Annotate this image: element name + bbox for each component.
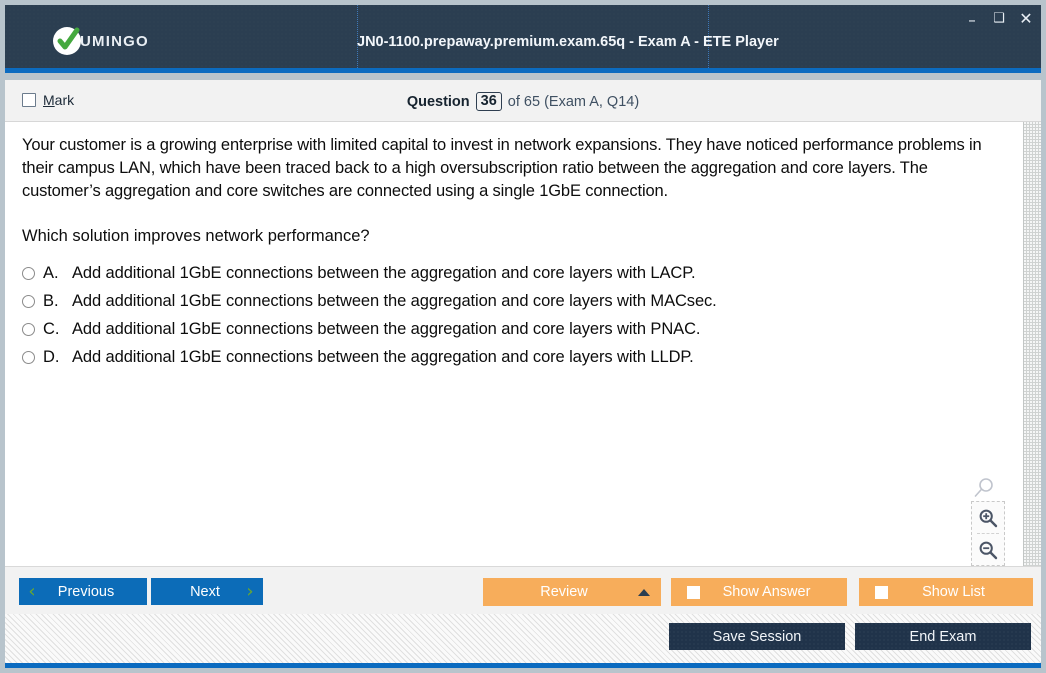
show-list-checkbox[interactable]: [875, 585, 888, 599]
option-text-b: Add additional 1GbE connections between …: [72, 292, 717, 310]
zoom-in-icon[interactable]: [972, 502, 1004, 533]
ete-player-window: UMINGO JN0-1100.prepaway.premium.exam.65…: [0, 0, 1046, 673]
magnifier-icon: [973, 477, 995, 504]
zoom-controls-panel: [971, 501, 1005, 566]
option-text-d: Add additional 1GbE connections between …: [72, 348, 694, 366]
question-total-text: of 65 (Exam A, Q14): [507, 93, 640, 110]
radio-button-b[interactable]: [22, 295, 35, 308]
maximize-icon[interactable]: ❑: [992, 12, 1006, 25]
answer-option-b[interactable]: B. Add additional 1GbE connections betwe…: [22, 290, 1001, 312]
title-bar: UMINGO JN0-1100.prepaway.premium.exam.65…: [5, 5, 1041, 73]
window-title: JN0-1100.prepaway.premium.exam.65q - Exa…: [357, 34, 779, 50]
question-stem: Your customer is a growing enterprise wi…: [22, 136, 982, 200]
chevron-right-icon: ›: [246, 580, 254, 602]
window-controls: – ❑ ✕: [965, 9, 1033, 28]
option-letter-d: D.: [43, 348, 60, 366]
question-number-field[interactable]: 36: [475, 92, 502, 111]
option-letter-c: C.: [43, 320, 60, 338]
chevron-left-icon: ‹: [28, 580, 36, 602]
save-session-button[interactable]: Save Session: [669, 623, 845, 650]
end-exam-button[interactable]: End Exam: [855, 623, 1031, 650]
option-text-a: Add additional 1GbE connections between …: [72, 264, 696, 282]
zoom-out-icon[interactable]: [972, 534, 1004, 565]
minimize-icon[interactable]: –: [965, 9, 979, 28]
next-button[interactable]: Next ›: [151, 578, 263, 605]
footer-bar: Save Session End Exam: [5, 614, 1041, 668]
answer-options-list: A. Add additional 1GbE connections betwe…: [22, 262, 1001, 368]
answer-option-d[interactable]: D. Add additional 1GbE connections betwe…: [22, 346, 1001, 368]
previous-button[interactable]: ‹ Previous: [19, 578, 147, 605]
triangle-up-icon: [627, 588, 661, 596]
question-counter: Question 36 of 65 (Exam A, Q14): [5, 92, 1041, 111]
close-icon[interactable]: ✕: [1019, 10, 1033, 27]
question-body: Your customer is a growing enterprise wi…: [22, 134, 1001, 374]
answer-option-a[interactable]: A. Add additional 1GbE connections betwe…: [22, 262, 1001, 284]
option-letter-a: A.: [43, 264, 59, 282]
question-word: Question: [406, 93, 470, 110]
navigation-bar: ‹ Previous Next › Review Show Answer Sho…: [5, 566, 1041, 614]
question-prompt: Which solution improves network performa…: [22, 227, 370, 245]
previous-button-label: Previous: [57, 583, 115, 600]
brand-name: UMINGO: [80, 32, 149, 50]
radio-button-a[interactable]: [22, 267, 35, 280]
show-answer-checkbox[interactable]: [687, 585, 700, 599]
question-content-pane: Your customer is a growing enterprise wi…: [5, 122, 1041, 566]
check-circle-logo-icon: [53, 27, 81, 55]
review-button-label: Review: [540, 584, 588, 600]
show-answer-button[interactable]: Show Answer: [671, 578, 847, 606]
radio-button-c[interactable]: [22, 323, 35, 336]
option-letter-b: B.: [43, 292, 59, 310]
app-logo: UMINGO: [53, 27, 149, 55]
vertical-scrollbar[interactable]: [1023, 122, 1041, 566]
radio-button-d[interactable]: [22, 351, 35, 364]
show-list-label: Show List: [922, 584, 985, 600]
show-answer-label: Show Answer: [722, 584, 811, 600]
option-text-c: Add additional 1GbE connections between …: [72, 320, 701, 338]
show-list-button[interactable]: Show List: [859, 578, 1033, 606]
review-button[interactable]: Review: [483, 578, 661, 606]
question-header-bar: Mark Question 36 of 65 (Exam A, Q14): [5, 80, 1041, 122]
next-button-label: Next: [190, 583, 220, 600]
answer-option-c[interactable]: C. Add additional 1GbE connections betwe…: [22, 318, 1001, 340]
